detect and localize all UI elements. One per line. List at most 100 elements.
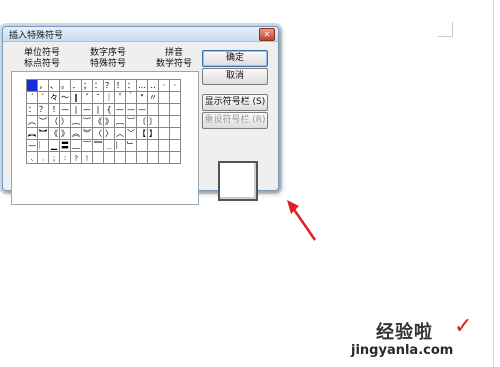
symbol-cell[interactable]: ‖: [71, 92, 82, 104]
symbol-cell[interactable]: ▁: [49, 140, 60, 152]
tab-special-symbols[interactable]: 特殊符号: [78, 59, 138, 70]
symbol-cell[interactable]: ！: [115, 80, 126, 92]
symbol-cell[interactable]: ；: [82, 80, 93, 92]
symbol-cell[interactable]: [93, 152, 104, 164]
symbol-cell[interactable]: ？: [104, 80, 115, 92]
symbol-cell[interactable]: 〕: [148, 116, 159, 128]
symbol-cell[interactable]: 〈: [93, 128, 104, 140]
symbol-cell[interactable]: —: [137, 104, 148, 116]
symbol-cell[interactable]: ﹂: [126, 140, 137, 152]
symbol-cell[interactable]: ﹔: [49, 152, 60, 164]
tab-number-sequence[interactable]: 数字序号: [78, 48, 138, 59]
symbol-cell[interactable]: [159, 152, 170, 164]
symbol-cell[interactable]: ｜: [104, 92, 115, 104]
symbol-cell[interactable]: ︸: [82, 116, 93, 128]
symbol-cell[interactable]: 〓: [60, 140, 71, 152]
symbol-cell[interactable]: [115, 152, 126, 164]
symbol-cell[interactable]: [148, 140, 159, 152]
close-icon[interactable]: ✕: [259, 28, 275, 41]
symbol-cell[interactable]: ：: [93, 80, 104, 92]
symbol-cell[interactable]: [137, 140, 148, 152]
symbol-cell[interactable]: ︴: [115, 140, 126, 152]
symbol-cell[interactable]: ·: [159, 80, 170, 92]
symbol-cell[interactable]: ＇: [115, 92, 126, 104]
symbol-cell[interactable]: —: [82, 104, 93, 116]
symbol-cell[interactable]: [170, 140, 181, 152]
tab-math-symbols[interactable]: 数学符号: [144, 59, 204, 70]
symbol-cell[interactable]: ︻: [27, 128, 38, 140]
symbol-cell[interactable]: …: [137, 80, 148, 92]
symbol-cell[interactable]: ‥: [148, 80, 159, 92]
ok-button[interactable]: 确定: [202, 50, 268, 67]
tab-punctuation[interactable]: 标点符号: [12, 59, 72, 70]
symbol-cell[interactable]: !: [49, 104, 60, 116]
symbol-cell[interactable]: 々: [49, 92, 60, 104]
symbol-cell[interactable]: [148, 152, 159, 164]
symbol-cell[interactable]: |: [71, 104, 82, 116]
symbol-cell[interactable]: [170, 152, 181, 164]
symbol-cell[interactable]: ︺: [126, 116, 137, 128]
symbol-cell[interactable]: [170, 104, 181, 116]
symbol-cell[interactable]: [170, 116, 181, 128]
symbol-cell[interactable]: ～: [60, 92, 71, 104]
symbol-cell[interactable]: ？: [38, 104, 49, 116]
symbol-cell[interactable]: —: [115, 104, 126, 116]
symbol-cell[interactable]: ：: [27, 104, 38, 116]
symbol-cell[interactable]: （: [49, 116, 60, 128]
symbol-cell[interactable]: 】: [148, 128, 159, 140]
symbol-cell[interactable]: ﹌: [93, 140, 104, 152]
symbol-cell[interactable]: ）: [60, 116, 71, 128]
symbol-cell[interactable]: ˉ: [93, 92, 104, 104]
symbol-cell[interactable]: [137, 152, 148, 164]
dialog-titlebar[interactable]: 插入特殊符号 ✕: [3, 27, 278, 42]
symbol-cell[interactable]: —: [60, 104, 71, 116]
symbol-cell[interactable]: ": [137, 92, 148, 104]
tab-pinyin[interactable]: 拼音: [144, 48, 204, 59]
symbol-cell[interactable]: 《: [49, 128, 60, 140]
symbol-cell[interactable]: 【: [137, 128, 148, 140]
symbol-cell[interactable]: ︾: [82, 128, 93, 140]
symbol-cell[interactable]: [159, 116, 170, 128]
symbol-cell[interactable]: ﹍: [104, 140, 115, 152]
symbol-cell[interactable]: [148, 104, 159, 116]
symbol-cell[interactable]: ︿: [115, 128, 126, 140]
symbol-cell[interactable]: ﹀: [126, 128, 137, 140]
symbol-cell[interactable]: ˊ: [27, 92, 38, 104]
symbol-cell[interactable]: ，: [38, 80, 49, 92]
symbol-cell[interactable]: ︷: [71, 116, 82, 128]
cancel-button[interactable]: 取消: [202, 68, 268, 85]
symbol-cell[interactable]: ·: [170, 80, 181, 92]
symbol-cell[interactable]: {: [104, 104, 115, 116]
symbol-cell[interactable]: |: [93, 104, 104, 116]
symbol-cell[interactable]: [170, 128, 181, 140]
symbol-cell[interactable]: ︹: [115, 116, 126, 128]
symbol-cell[interactable]: ﹕: [60, 152, 71, 164]
symbol-cell[interactable]: [159, 128, 170, 140]
symbol-cell[interactable]: ﹗: [82, 152, 93, 164]
symbol-cell[interactable]: 、: [49, 80, 60, 92]
symbol-cell[interactable]: [159, 140, 170, 152]
symbol-cell[interactable]: ﹏: [71, 140, 82, 152]
symbol-cell[interactable]: 》: [104, 116, 115, 128]
symbol-cell[interactable]: ﹑: [27, 152, 38, 164]
symbol-cell[interactable]: ｀: [126, 92, 137, 104]
symbol-cell[interactable]: ﹒: [38, 152, 49, 164]
symbol-cell[interactable]: 〃: [148, 92, 159, 104]
symbol-cell[interactable]: ︵: [27, 116, 38, 128]
symbol-cell[interactable]: [170, 92, 181, 104]
symbol-cell[interactable]: 》: [60, 128, 71, 140]
symbol-cell[interactable]: —: [27, 140, 38, 152]
symbol-cell[interactable]: 〉: [104, 128, 115, 140]
symbol-cell[interactable]: 《: [93, 116, 104, 128]
symbol-cell[interactable]: ：: [126, 80, 137, 92]
symbol-cell[interactable]: [27, 80, 38, 92]
symbol-cell[interactable]: [159, 104, 170, 116]
symbol-cell[interactable]: ˋ: [38, 92, 49, 104]
symbol-cell[interactable]: ˇ: [82, 92, 93, 104]
show-symbol-bar-button[interactable]: 显示符号栏 (S): [202, 94, 268, 111]
symbol-cell[interactable]: —: [126, 104, 137, 116]
symbol-cell[interactable]: ︽: [71, 128, 82, 140]
symbol-cell[interactable]: [159, 92, 170, 104]
symbol-cell[interactable]: 〔: [137, 116, 148, 128]
symbol-cell[interactable]: 。: [60, 80, 71, 92]
